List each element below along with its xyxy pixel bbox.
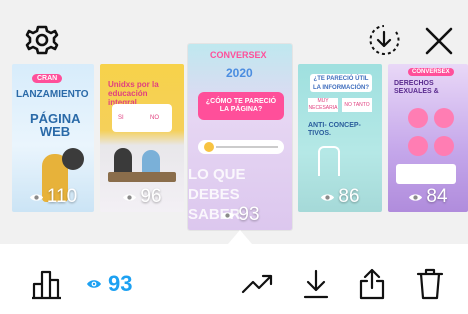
story-heading: DERECHOS SEXUALES &	[394, 80, 439, 95]
poll-option: MUY NECESARIA	[308, 98, 338, 112]
trending-up-icon	[241, 274, 273, 294]
eye-icon	[29, 193, 43, 201]
story-views: 84	[388, 186, 468, 208]
story-subheading: PÁGINA WEB	[30, 111, 81, 139]
selected-story-pointer	[228, 230, 252, 244]
story-view-count: 86	[338, 186, 360, 207]
story-heading: LANZAMIENTO	[16, 89, 89, 100]
download-icon	[303, 269, 329, 299]
story-big-text: LO QUE	[188, 166, 246, 183]
story-panel	[396, 164, 456, 184]
story-brand-badge: CONVERSEX	[408, 68, 454, 76]
eye-icon	[123, 193, 137, 201]
share-icon	[359, 268, 385, 300]
story-thumbnail[interactable]: ¿TE PARECIÓ ÚTIL LA INFORMACIÓN? MUY NEC…	[298, 64, 382, 212]
story-views: 93	[188, 204, 292, 226]
story-view-count: 110	[46, 186, 78, 207]
story-view-count: 93	[238, 204, 260, 225]
story-views: 110	[12, 186, 94, 208]
bar-chart-icon	[32, 270, 61, 300]
story-heading: Unidxs por la educación integral	[108, 80, 159, 107]
promote-button[interactable]	[238, 264, 278, 304]
story-views: 96	[100, 186, 184, 208]
story-person	[142, 150, 160, 174]
story-views: 86	[298, 186, 382, 208]
story-icon-circle	[434, 108, 454, 128]
story-thumbnail[interactable]: CRAN LANZAMIENTO PÁGINA WEB 110	[12, 64, 94, 212]
eye-icon	[87, 280, 101, 288]
story-view-count: 96	[140, 186, 162, 207]
story-question-sticker: ¿CÓMO TE PARECIÓ LA PÁGINA?	[198, 92, 284, 120]
eye-icon	[321, 193, 335, 201]
story-toolbar: 93	[0, 244, 468, 314]
story-icon-circle	[408, 108, 428, 128]
story-icon-circle	[408, 136, 428, 156]
story-illustration	[318, 146, 340, 176]
story-bench	[108, 172, 176, 182]
viewers-count: 93	[108, 271, 133, 296]
story-thumbnail[interactable]: Unidxs por la educación integral SI NO 9…	[100, 64, 184, 212]
stories-viewer: CRAN LANZAMIENTO PÁGINA WEB 110 Unidxs p…	[0, 0, 468, 244]
story-big-text: DEBES	[188, 186, 240, 203]
story-view-count: 84	[426, 186, 448, 207]
eye-icon	[221, 211, 235, 219]
slider-track	[216, 146, 278, 148]
emoji-slider	[198, 140, 284, 154]
story-icon-circle	[434, 136, 454, 156]
story-year: 2020	[226, 66, 253, 80]
delete-button[interactable]	[410, 264, 450, 304]
viewers-button[interactable]: 93	[86, 264, 132, 304]
story-thumbnail[interactable]: CONVERSEX DERECHOS SEXUALES & 84	[388, 64, 468, 212]
story-heading: ANTI- CONCEP- TIVOS.	[308, 122, 361, 137]
story-brand-badge: CRAN	[32, 74, 63, 83]
insights-button[interactable]	[28, 264, 68, 304]
eye-icon	[409, 193, 423, 201]
share-button[interactable]	[352, 264, 392, 304]
story-question: ¿TE PARECIÓ ÚTIL LA INFORMACIÓN?	[310, 74, 372, 92]
story-person	[114, 148, 132, 174]
emoji-icon	[204, 142, 214, 152]
stories-strip: CRAN LANZAMIENTO PÁGINA WEB 110 Unidxs p…	[0, 40, 468, 240]
story-brand: CONVERSEX	[210, 50, 267, 60]
save-button[interactable]	[296, 264, 336, 304]
poll-option-yes: SI	[118, 115, 124, 121]
story-thumbnail-selected[interactable]: CONVERSEX 2020 ¿CÓMO TE PARECIÓ LA PÁGIN…	[188, 44, 292, 230]
story-illustration-head	[62, 148, 84, 170]
poll-option-no: NO	[150, 115, 159, 121]
poll-option: NO TANTO	[342, 98, 372, 112]
trash-icon	[416, 268, 444, 300]
